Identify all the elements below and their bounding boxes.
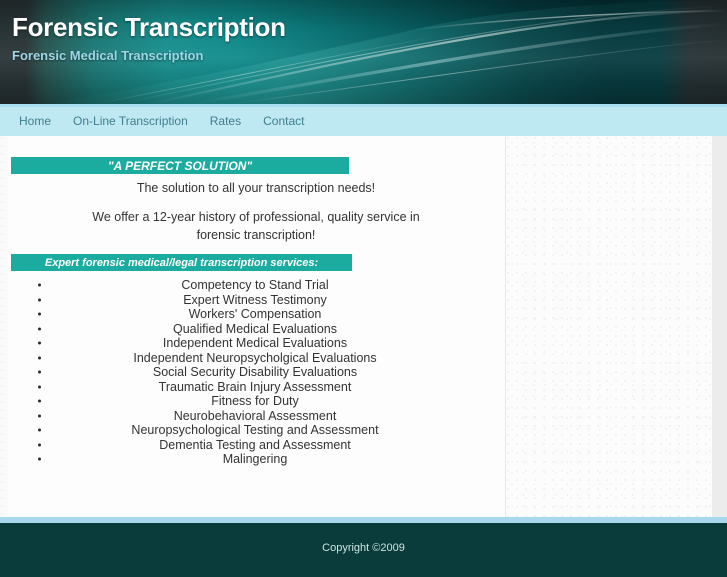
service-label: Traumatic Brain Injury Assessment [158,379,352,394]
service-label: Competency to Stand Trial [181,278,329,292]
service-label: Neuropsychological Testing and Assessmen… [131,423,379,437]
list-item: Neuropsychological Testing and Assessmen… [8,423,502,438]
nav-item-rates[interactable]: Rates [199,107,252,136]
page-body: "A PERFECT SOLUTION" The solution to all… [0,136,727,517]
list-item: Workers' Compensation [8,307,502,322]
nav-item-home[interactable]: Home [8,107,62,136]
intro-line-1: The solution to all your transcription n… [136,181,376,195]
list-item: Competency to Stand Trial [8,278,502,293]
intro-line-2: We offer a 12-year history of profession… [92,210,420,242]
list-item: Independent Neuropsycholgical Evaluation… [8,351,502,366]
bullet-icon [38,312,41,316]
list-item: Social Security Disability Evaluations [8,365,502,380]
list-item: Neurobehavioral Assessment [8,409,502,424]
nav-item-online-transcription[interactable]: On-Line Transcription [62,107,199,136]
service-label: Fitness for Duty [211,394,299,408]
bullet-icon [38,283,41,287]
content-column: "A PERFECT SOLUTION" The solution to all… [8,136,506,517]
site-header: Forensic Transcription Forensic Medical … [0,0,727,104]
bullet-icon [38,356,41,360]
perfect-solution-banner: "A PERFECT SOLUTION" [11,157,349,174]
services-list: Competency to Stand Trial Expert Witness… [8,278,502,467]
bullet-icon [38,341,41,345]
list-item: Traumatic Brain Injury Assessment [8,380,502,395]
services-banner: Expert forensic medical/legal transcript… [11,254,352,271]
main-navigation: Home On-Line Transcription Rates Contact [0,104,727,136]
copyright-text: Copyright ©2009 [322,542,405,554]
left-margin-texture [0,136,8,517]
bullet-icon [38,399,41,403]
bullet-icon [38,457,41,461]
list-item: Malingering [8,452,502,467]
list-item: Expert Witness Testimony [8,293,502,308]
bullet-icon [38,443,41,447]
service-label: Independent Medical Evaluations [162,336,348,350]
service-label: Malingering [222,452,288,466]
navigation-list: Home On-Line Transcription Rates Contact [8,107,315,136]
right-edge-strip [712,136,727,517]
right-background-texture [506,136,712,517]
page-root: Forensic Transcription Forensic Medical … [0,0,727,577]
intro-text-block: The solution to all your transcription n… [11,180,501,256]
bullet-icon [38,370,41,374]
list-item: Fitness for Duty [8,394,502,409]
site-title: Forensic Transcription [12,12,286,42]
site-footer: Copyright ©2009 [0,523,727,577]
service-label: Dementia Testing and Assessment [159,437,351,452]
service-label: Neurobehavioral Assessment [173,408,337,423]
list-item: Independent Medical Evaluations [8,336,502,351]
service-label: Qualified Medical Evaluations [173,321,337,336]
service-label: Workers' Compensation [188,307,322,321]
list-item: Qualified Medical Evaluations [8,322,502,337]
list-item: Dementia Testing and Assessment [8,438,502,453]
bullet-icon [38,298,41,302]
site-subtitle: Forensic Medical Transcription [12,48,204,63]
bullet-icon [38,428,41,432]
bullet-icon [38,414,41,418]
service-label: Independent Neuropsycholgical Evaluation… [133,350,377,365]
service-label: Social Security Disability Evaluations [152,365,358,379]
service-label: Expert Witness Testimony [183,292,327,307]
nav-item-contact[interactable]: Contact [252,107,315,136]
bullet-icon [38,327,41,331]
bullet-icon [38,385,41,389]
